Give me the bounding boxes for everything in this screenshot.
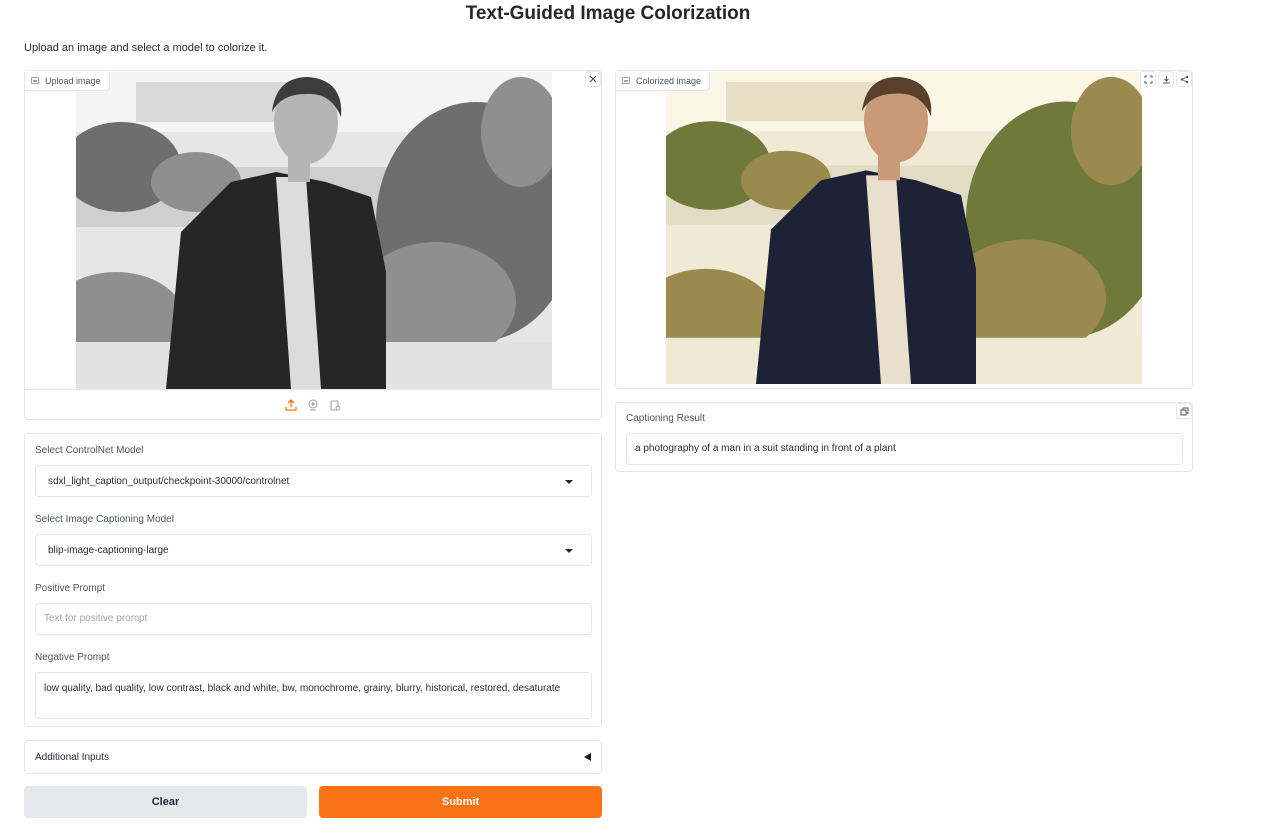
controls-panel: Select ControlNet Model sdxl_light_capti…	[24, 433, 602, 727]
colorized-image-label: Colorized image	[616, 71, 711, 91]
captioning-result-label: Captioning Result	[626, 413, 705, 424]
negative-prompt-label: Negative Prompt	[35, 652, 110, 663]
source-toolbar	[25, 389, 601, 419]
copy-icon[interactable]	[1176, 403, 1192, 419]
clipboard-icon[interactable]	[328, 398, 342, 412]
clear-button[interactable]: Clear	[24, 786, 307, 818]
page-title: Text-Guided Image Colorization	[465, 3, 751, 24]
colorized-image-label-text: Colorized image	[636, 75, 702, 86]
chevron-down-icon	[565, 549, 573, 553]
upload-image-label: Upload image	[25, 71, 110, 91]
uploaded-photo	[76, 72, 552, 389]
controlnet-model-value: sdxl_light_caption_output/checkpoint-300…	[48, 475, 290, 487]
positive-prompt-input[interactable]: Text for positive prompt	[35, 603, 592, 635]
upload-image-label-text: Upload image	[45, 75, 101, 86]
caption-model-select[interactable]: blip-image-captioning-large	[35, 534, 592, 566]
close-icon[interactable]	[585, 71, 601, 87]
upload-icon[interactable]	[284, 398, 298, 412]
page-subtitle: Upload an image and select a model to co…	[24, 42, 268, 54]
webcam-icon[interactable]	[306, 398, 320, 412]
positive-prompt-label: Positive Prompt	[35, 583, 106, 594]
colorized-image-panel: Colorized image	[615, 70, 1193, 389]
captioning-result-panel: Captioning Result a photography of a man…	[615, 402, 1193, 472]
negative-prompt-input[interactable]: low quality, bad quality, low contrast, …	[35, 672, 592, 719]
fullscreen-icon[interactable]	[1140, 71, 1156, 87]
image-icon	[31, 77, 39, 84]
controlnet-model-select[interactable]: sdxl_light_caption_output/checkpoint-300…	[35, 465, 592, 497]
image-icon	[622, 77, 630, 84]
chevron-down-icon	[565, 480, 573, 484]
caption-output[interactable]: a photography of a man in a suit standin…	[626, 433, 1183, 465]
controlnet-model-label: Select ControlNet Model	[35, 445, 144, 456]
additional-inputs-accordion[interactable]: Additional Inputs	[24, 740, 602, 774]
caption-model-value: blip-image-captioning-large	[48, 544, 169, 556]
share-icon[interactable]	[1176, 71, 1192, 87]
additional-inputs-label: Additional Inputs	[35, 751, 109, 763]
colorized-photo	[666, 72, 1142, 384]
upload-image-panel[interactable]: Upload image	[24, 70, 602, 420]
download-icon[interactable]	[1158, 71, 1174, 87]
caret-left-icon	[584, 753, 591, 761]
positive-prompt-placeholder: Text for positive prompt	[44, 613, 148, 624]
submit-button[interactable]: Submit	[319, 786, 602, 818]
caption-model-label: Select Image Captioning Model	[35, 514, 174, 525]
